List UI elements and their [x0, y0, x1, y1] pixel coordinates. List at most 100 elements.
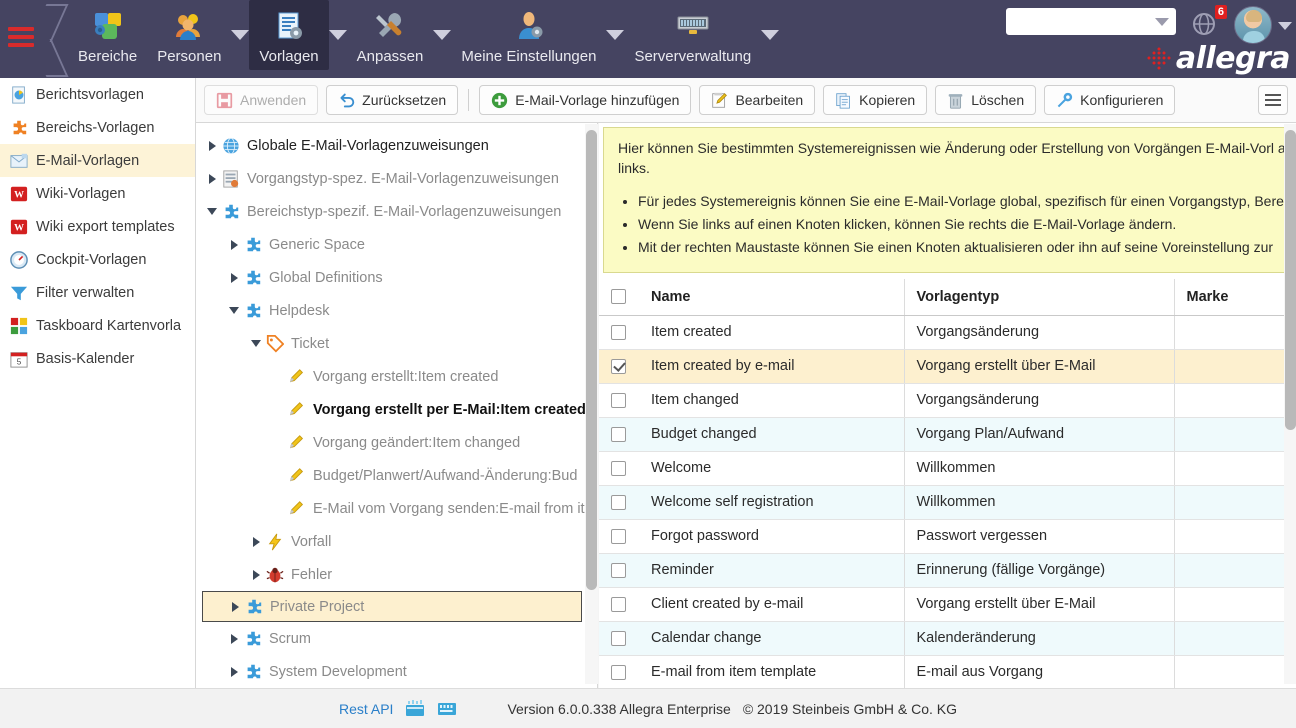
tree-expander[interactable] [224, 273, 244, 283]
nav-caret-vorlagen-icon[interactable] [329, 30, 347, 40]
notifications-globe[interactable]: 6 [1192, 12, 1216, 41]
tree-node[interactable]: Global Definitions [202, 261, 597, 294]
tree-node[interactable]: System Development [202, 655, 597, 688]
row-checkbox[interactable] [611, 597, 626, 612]
table-row[interactable]: ReminderErinnerung (fällige Vorgänge) [599, 553, 1296, 587]
sidebar-item-e-mail-vorlagen[interactable]: E-Mail-Vorlagen [0, 144, 195, 177]
edit-button[interactable]: Bearbeiten [699, 85, 815, 115]
grid-blue-icon[interactable] [437, 701, 457, 716]
sidebar-item-cockpit-vorlagen[interactable]: Cockpit-Vorlagen [0, 243, 195, 276]
tree-expander[interactable] [246, 570, 266, 580]
add-email-template-button[interactable]: E-Mail-Vorlage hinzufügen [479, 85, 691, 115]
chevron-right-icon[interactable] [231, 634, 238, 644]
nav-caret-personen-icon[interactable] [231, 30, 249, 40]
reset-button[interactable]: Zurücksetzen [326, 85, 458, 115]
nav-caret-meine-einstellungen-icon[interactable] [606, 30, 624, 40]
chevron-right-icon[interactable] [231, 667, 238, 677]
tree-node[interactable]: Helpdesk [202, 294, 597, 327]
row-checkbox[interactable] [611, 529, 626, 544]
nav-item-bereiche[interactable]: Bereiche [68, 0, 147, 69]
table-row[interactable]: Item created by e-mailVorgang erstellt ü… [599, 349, 1296, 383]
rest-api-link[interactable]: Rest API [339, 701, 393, 717]
tree-node[interactable]: Ticket [202, 327, 597, 360]
tree-expander[interactable] [224, 667, 244, 677]
nav-caret-serververwaltung-icon[interactable] [761, 30, 779, 40]
toolbar-overflow-menu-icon[interactable] [1258, 85, 1288, 115]
nav-item-vorlagen[interactable]: Vorlagen [249, 0, 328, 70]
global-search-input[interactable] [1006, 8, 1176, 35]
tree-node[interactable]: Vorgang erstellt:Item created [202, 360, 597, 393]
tree-node[interactable]: E-Mail vom Vorgang senden:E-mail from it [202, 492, 597, 525]
app-blue-icon[interactable] [405, 700, 425, 717]
delete-button[interactable]: Löschen [935, 85, 1036, 115]
table-row[interactable]: Budget changedVorgang Plan/Aufwand [599, 417, 1296, 451]
right-vscroll-thumb[interactable] [1285, 130, 1296, 430]
tree-collapser[interactable] [224, 307, 244, 314]
sidebar-item-berichtsvorlagen[interactable]: Berichtsvorlagen [0, 78, 195, 111]
tree-vscroll-thumb[interactable] [586, 130, 597, 590]
table-row[interactable]: Calendar changeKalenderänderung [599, 621, 1296, 655]
tree-collapser[interactable] [202, 208, 222, 215]
row-checkbox[interactable] [611, 461, 626, 476]
chevron-right-icon[interactable] [253, 537, 260, 547]
table-row[interactable]: E-mail from item templateE-mail aus Vorg… [599, 655, 1296, 688]
row-checkbox[interactable] [611, 665, 626, 680]
sidebar-item-filter-verwalten[interactable]: Filter verwalten [0, 276, 195, 309]
row-checkbox[interactable] [611, 427, 626, 442]
tree-expander[interactable] [202, 174, 222, 184]
tree-node[interactable]: Generic Space [202, 228, 597, 261]
tree-node[interactable]: Fehler [202, 558, 597, 591]
tree-collapser[interactable] [246, 340, 266, 347]
tree-expander[interactable] [202, 141, 222, 151]
apply-button[interactable]: Anwenden [204, 85, 318, 115]
tree-node[interactable]: Vorgang geändert:Item changed [202, 426, 597, 459]
nav-item-serververwaltung[interactable]: Serververwaltung [624, 0, 761, 69]
tree-expander[interactable] [225, 602, 245, 612]
nav-item-meine-einstellungen[interactable]: Meine Einstellungen [451, 0, 606, 69]
table-row[interactable]: Item changedVorgangsänderung [599, 383, 1296, 417]
table-row[interactable]: Client created by e-mailVorgang erstellt… [599, 587, 1296, 621]
table-row[interactable]: Welcome self registrationWillkommen [599, 485, 1296, 519]
chevron-down-icon[interactable] [1155, 18, 1169, 26]
row-checkbox[interactable] [611, 631, 626, 646]
chevron-down-icon[interactable] [229, 307, 239, 314]
main-menu-hamburger-icon[interactable] [8, 27, 34, 47]
row-checkbox[interactable] [611, 495, 626, 510]
chevron-right-icon[interactable] [209, 174, 216, 184]
tree-expander[interactable] [224, 634, 244, 644]
table-row[interactable]: Item createdVorgangsänderung [599, 315, 1296, 349]
column-header-name[interactable]: Name [639, 279, 904, 315]
chevron-right-icon[interactable] [253, 570, 260, 580]
copy-button[interactable]: Kopieren [823, 85, 927, 115]
tree-node[interactable]: Vorfall [202, 525, 597, 558]
column-header-marke[interactable]: Marke [1174, 279, 1296, 315]
chevron-down-icon[interactable] [251, 340, 261, 347]
tree-node[interactable]: Scrum [202, 622, 597, 655]
table-row[interactable]: Forgot passwordPasswort vergessen [599, 519, 1296, 553]
row-checkbox[interactable] [611, 325, 626, 340]
tree-node[interactable]: Vorgangstyp-spez. E-Mail-Vorlagenzuweisu… [202, 162, 597, 195]
select-all-checkbox[interactable] [611, 289, 626, 304]
tree-node[interactable]: Budget/Planwert/Aufwand-Änderung:Bud [202, 459, 597, 492]
nav-item-anpassen[interactable]: Anpassen [347, 0, 434, 69]
nav-item-personen[interactable]: Personen [147, 0, 231, 69]
nav-caret-anpassen-icon[interactable] [433, 30, 451, 40]
column-header-vorlagentyp[interactable]: Vorlagentyp [904, 279, 1174, 315]
chevron-right-icon[interactable] [232, 602, 239, 612]
sidebar-item-bereichs-vorlagen[interactable]: Bereichs-Vorlagen [0, 111, 195, 144]
chevron-down-icon[interactable] [207, 208, 217, 215]
tree-node[interactable]: Private Project [202, 591, 582, 622]
tree-node[interactable]: Globale E-Mail-Vorlagenzuweisungen [202, 129, 597, 162]
tree-expander[interactable] [224, 240, 244, 250]
sidebar-item-wiki-vorlagen[interactable]: WWiki-Vorlagen [0, 177, 195, 210]
chevron-right-icon[interactable] [231, 273, 238, 283]
configure-button[interactable]: Konfigurieren [1044, 85, 1175, 115]
tree-expander[interactable] [246, 537, 266, 547]
tree-node[interactable]: Bereichstyp-spezif. E-Mail-Vorlagenzuwei… [202, 195, 597, 228]
tree-node[interactable]: Vorgang erstellt per E-Mail:Item created… [202, 393, 597, 426]
user-menu-caret-icon[interactable] [1278, 22, 1292, 30]
sidebar-item-taskboard-kartenvorla[interactable]: Taskboard Kartenvorla [0, 309, 195, 342]
chevron-right-icon[interactable] [209, 141, 216, 151]
sidebar-item-wiki-export-templates[interactable]: WWiki export templates [0, 210, 195, 243]
avatar[interactable] [1234, 6, 1272, 44]
